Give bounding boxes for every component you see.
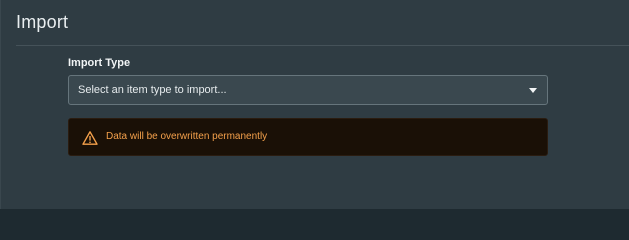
title-divider: [16, 45, 629, 46]
import-type-label: Import Type: [68, 57, 131, 69]
overwrite-warning-alert: Data will be overwritten permanently: [68, 118, 548, 156]
chevron-down-icon: [529, 88, 537, 93]
import-type-select[interactable]: Select an item type to import...: [68, 75, 548, 105]
warning-message: Data will be overwritten permanently: [106, 131, 268, 142]
warning-triangle-icon: [82, 131, 98, 145]
import-type-select-value: Select an item type to import...: [78, 84, 227, 96]
page-title: Import: [16, 12, 69, 32]
import-panel: Import Import Type Select an item type t…: [0, 0, 629, 209]
